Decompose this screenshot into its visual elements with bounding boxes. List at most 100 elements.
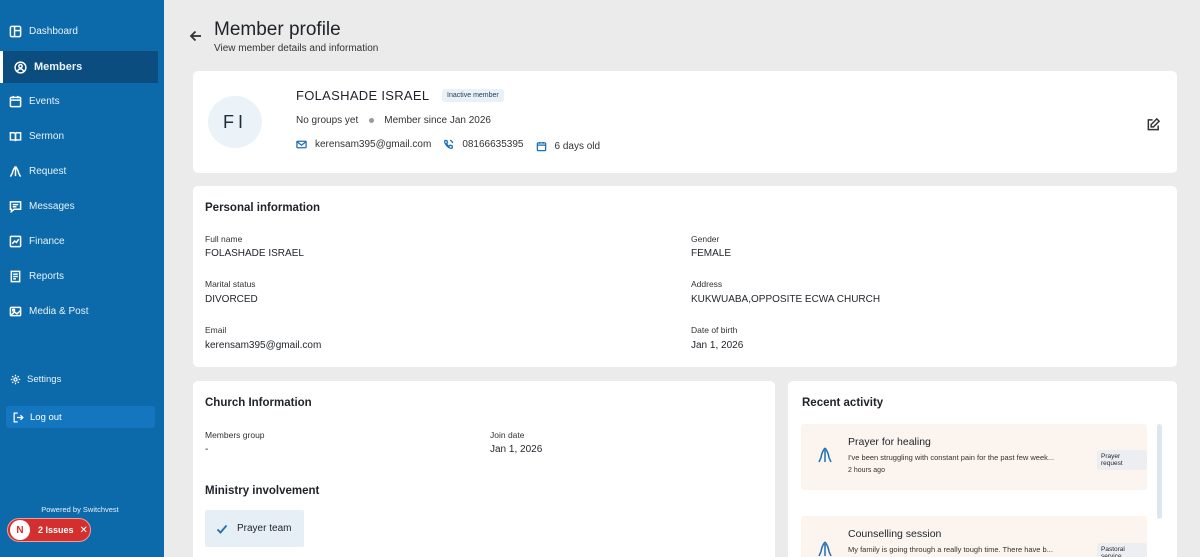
contact-info: kerensam395@gmail.com 08166635395 6 days… xyxy=(296,139,612,152)
activity-tag: Prayer request xyxy=(1097,450,1147,470)
dob-label: Date of birth xyxy=(691,325,738,335)
message-icon xyxy=(8,199,22,213)
gear-icon xyxy=(10,374,21,385)
sidebar-item-request[interactable]: Request xyxy=(0,155,158,187)
sidebar-item-reports[interactable]: Reports xyxy=(0,260,158,292)
activity-title: Prayer for healing xyxy=(848,436,931,448)
calendar-icon xyxy=(536,141,546,152)
chart-icon xyxy=(8,234,22,248)
issues-badge[interactable]: N 2 Issues ✕ xyxy=(7,518,91,542)
settings-label: Settings xyxy=(27,374,62,385)
page-title: Member profile xyxy=(214,19,341,40)
scrollbar[interactable] xyxy=(1157,424,1162,519)
activity-tag: Pastoral service xyxy=(1097,543,1147,557)
sidebar-item-label: Events xyxy=(29,95,60,107)
back-button[interactable] xyxy=(189,29,205,45)
logout-button[interactable]: Log out xyxy=(6,406,155,428)
phone-icon xyxy=(444,139,454,149)
marital-value: DIVORCED xyxy=(205,294,258,305)
report-icon xyxy=(8,269,22,283)
sidebar-item-members[interactable]: Members xyxy=(0,51,158,83)
sidebar-item-settings[interactable]: Settings xyxy=(10,374,61,385)
sidebar-item-label: Reports xyxy=(29,270,65,282)
members-icon xyxy=(13,60,27,74)
groups-text: No groups yet xyxy=(296,115,359,126)
activity-description: I've been struggling with constant pain … xyxy=(848,453,1055,462)
members-group-value: - xyxy=(205,444,209,455)
avatar: FI xyxy=(208,96,262,148)
praying-hands-icon xyxy=(816,540,834,557)
page-subtitle: View member details and information xyxy=(214,43,379,54)
praying-hands-icon xyxy=(816,446,834,464)
powered-by: Powered by Switchvest xyxy=(41,505,119,514)
media-icon xyxy=(8,304,22,318)
section-title: Recent activity xyxy=(802,397,884,409)
church-info-card: Church Information Members group - Join … xyxy=(193,381,775,557)
sidebar-item-messages[interactable]: Messages xyxy=(0,190,158,222)
praying-hands-icon xyxy=(8,164,22,178)
email-contact[interactable]: kerensam395@gmail.com xyxy=(296,139,431,150)
address-label: Address xyxy=(691,279,723,289)
sidebar-item-label: Finance xyxy=(29,235,65,247)
age-text: 6 days old xyxy=(554,141,601,152)
close-icon[interactable]: ✕ xyxy=(80,525,88,536)
member-name: FOLASHADE ISRAEL xyxy=(296,88,430,103)
member-since: Member since Jan 2026 xyxy=(384,115,491,126)
dashboard-icon xyxy=(8,24,22,38)
sidebar-item-events[interactable]: Events xyxy=(0,85,158,117)
members-group-label: Members group xyxy=(205,430,265,440)
activity-item[interactable]: Prayer for healing I've been struggling … xyxy=(801,424,1147,490)
edit-button[interactable] xyxy=(1146,117,1162,133)
section-title: Personal information xyxy=(205,202,321,214)
phone-text: 08166635395 xyxy=(462,139,524,150)
age-info: 6 days old xyxy=(536,141,601,152)
book-icon xyxy=(8,129,22,143)
calendar-icon xyxy=(8,94,22,108)
full-name-label: Full name xyxy=(205,234,243,244)
sidebar-item-label: Sermon xyxy=(29,130,65,142)
ministry-label: Prayer team xyxy=(237,523,292,534)
activity-title: Counselling session xyxy=(848,528,942,540)
member-meta: No groups yet Member since Jan 2026 xyxy=(296,115,491,126)
email-value: kerensam395@gmail.com xyxy=(205,340,322,351)
sidebar-item-media-post[interactable]: Media & Post xyxy=(0,295,158,327)
sidebar-item-sermon[interactable]: Sermon xyxy=(0,120,158,152)
personal-info-card: Personal information Full name FOLASHADE… xyxy=(193,186,1177,367)
sidebar-item-finance[interactable]: Finance xyxy=(0,225,158,257)
phone-contact[interactable]: 08166635395 xyxy=(443,139,524,150)
sidebar-item-label: Messages xyxy=(29,200,75,212)
join-date-label: Join date xyxy=(490,430,525,440)
address-value: KUKWUABA,OPPOSITE ECWA CHURCH xyxy=(691,294,881,305)
arrow-left-icon xyxy=(189,30,201,42)
marital-label: Marital status xyxy=(205,279,256,289)
edit-icon xyxy=(1147,117,1161,131)
email-label: Email xyxy=(205,325,227,335)
mail-icon xyxy=(296,140,307,149)
ministry-chip: Prayer team xyxy=(205,510,304,547)
logout-icon xyxy=(13,412,24,422)
logout-label: Log out xyxy=(30,411,62,423)
sidebar-item-dashboard[interactable]: Dashboard xyxy=(0,15,158,47)
activity-item[interactable]: Counselling session My family is going t… xyxy=(801,516,1147,557)
join-date-value: Jan 1, 2026 xyxy=(490,444,543,455)
sidebar: Dashboard Members Events Sermon Request … xyxy=(0,0,164,557)
email-text: kerensam395@gmail.com xyxy=(315,139,432,150)
sidebar-item-label: Members xyxy=(34,61,83,73)
gender-value: FEMALE xyxy=(691,248,732,259)
activity-time: 2 hours ago xyxy=(848,467,885,474)
gender-label: Gender xyxy=(691,234,720,244)
ministry-title: Ministry involvement xyxy=(205,485,320,497)
profile-card: FI FOLASHADE ISRAEL Inactive member No g… xyxy=(193,71,1177,173)
check-icon xyxy=(216,524,228,534)
section-title: Church Information xyxy=(205,397,312,409)
activity-description: My family is going through a really toug… xyxy=(848,545,1053,554)
recent-activity-card: Recent activity Prayer for healing I've … xyxy=(788,381,1177,557)
status-badge: Inactive member xyxy=(442,89,504,102)
full-name-value: FOLASHADE ISRAEL xyxy=(205,248,304,259)
sidebar-item-label: Dashboard xyxy=(29,25,78,37)
sidebar-item-label: Media & Post xyxy=(29,305,89,317)
nextjs-logo-icon: N xyxy=(10,520,30,540)
dob-value: Jan 1, 2026 xyxy=(691,340,744,351)
issues-label: 2 Issues xyxy=(38,525,74,535)
separator-dot xyxy=(369,118,375,123)
